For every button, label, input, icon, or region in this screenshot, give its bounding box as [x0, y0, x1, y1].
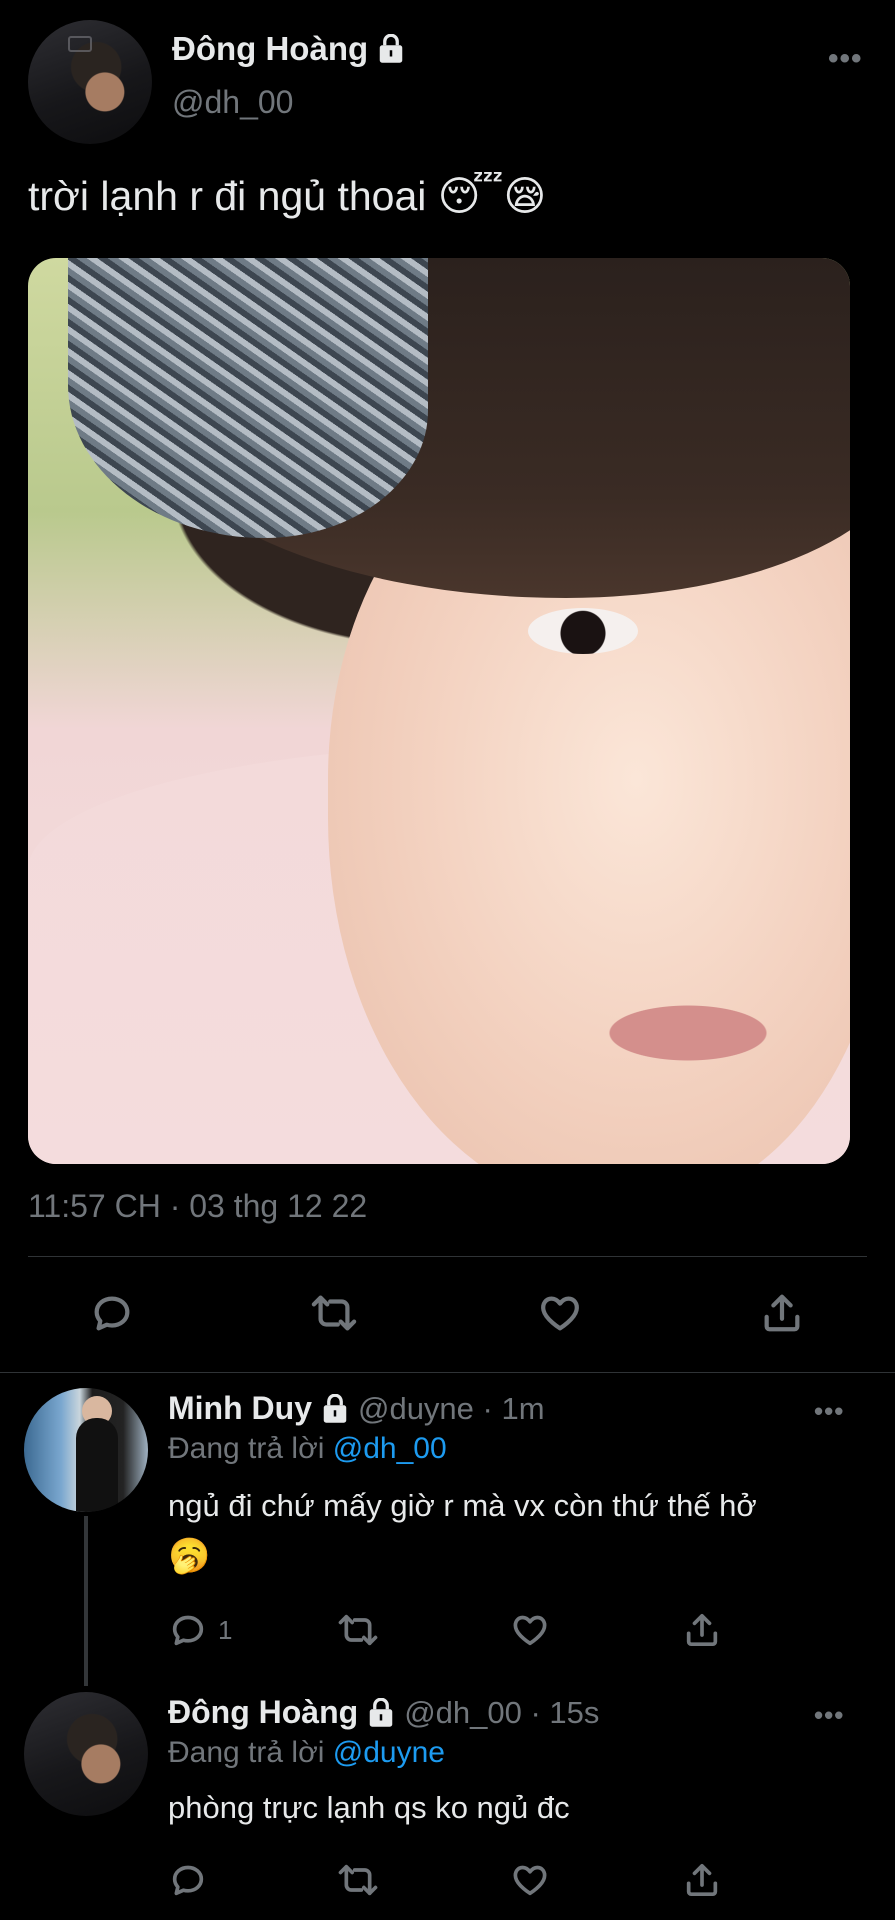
divider — [28, 1256, 867, 1257]
lock-icon — [376, 33, 406, 64]
author-handle[interactable]: @dh_00 — [172, 84, 293, 121]
reply-text: ngủ đi chứ mấy giờ r mà vx còn thứ thế h… — [168, 1488, 757, 1523]
like-icon[interactable] — [510, 1608, 550, 1652]
author-name-row[interactable]: Đông Hoàng — [172, 30, 406, 68]
reply-emoji: 🥱 — [168, 1537, 211, 1575]
more-icon[interactable]: ••• — [828, 42, 863, 76]
reply-handle-time[interactable]: @duyne · 1m — [358, 1391, 545, 1427]
replying-to: Đang trả lời @dh_00 — [168, 1432, 447, 1465]
share-icon[interactable] — [682, 1858, 722, 1902]
divider — [0, 1372, 895, 1373]
replying-to: Đang trả lời @duyne — [168, 1736, 445, 1769]
tweet-photo[interactable] — [28, 258, 850, 1164]
tweet-timestamp[interactable]: 11:57 CH · 03 thg 12 22 — [28, 1188, 367, 1225]
reply-icon[interactable] — [82, 1288, 142, 1338]
mention-link[interactable]: @dh_00 — [333, 1432, 447, 1465]
reply-handle-time[interactable]: @dh_00 · 15s — [404, 1695, 599, 1731]
share-icon[interactable] — [682, 1608, 722, 1652]
reply-icon[interactable] — [168, 1858, 208, 1902]
reply-author-name[interactable]: Minh Duy — [168, 1390, 312, 1427]
mention-link[interactable]: @duyne — [333, 1736, 445, 1769]
like-icon[interactable] — [510, 1858, 550, 1902]
like-icon[interactable] — [530, 1288, 590, 1338]
more-icon[interactable]: ••• — [814, 1700, 844, 1731]
thread-line — [84, 1516, 88, 1686]
lock-icon — [366, 1697, 396, 1728]
reply-header: Đông Hoàng @dh_00 · 15s — [168, 1694, 599, 1731]
retweet-icon[interactable] — [304, 1288, 364, 1338]
more-icon[interactable]: ••• — [814, 1396, 844, 1427]
reply-icon[interactable]: 1 — [168, 1608, 232, 1652]
author-name: Đông Hoàng — [172, 30, 406, 68]
retweet-icon[interactable] — [336, 1608, 380, 1652]
reply-avatar[interactable] — [24, 1388, 148, 1512]
lock-icon — [320, 1393, 350, 1424]
share-icon[interactable] — [752, 1288, 812, 1338]
tweet-text: trời lạnh r đi ngủ thoai 😴😪 — [28, 173, 547, 219]
reply-count: 1 — [218, 1614, 233, 1645]
retweet-icon[interactable] — [336, 1858, 380, 1902]
author-avatar[interactable] — [28, 20, 152, 144]
reply-avatar[interactable] — [24, 1692, 148, 1816]
reply-header: Minh Duy @duyne · 1m — [168, 1390, 545, 1427]
reply-author-name[interactable]: Đông Hoàng — [168, 1694, 358, 1731]
reply-text: phòng trực lạnh qs ko ngủ đc — [168, 1790, 570, 1825]
